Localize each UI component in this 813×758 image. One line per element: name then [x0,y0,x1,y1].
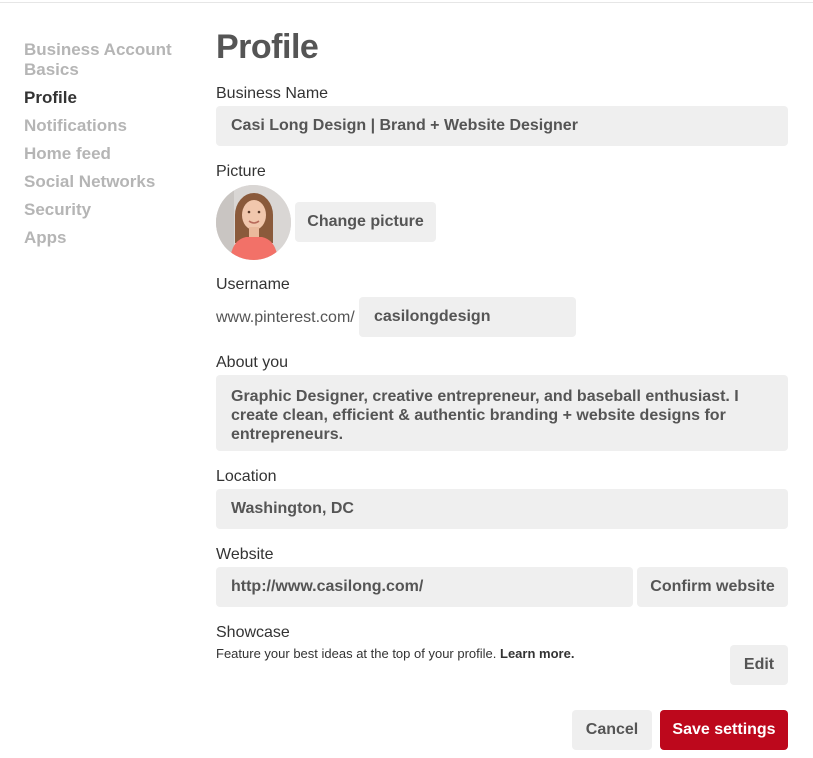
username-url-prefix: www.pinterest.com/ [216,309,355,326]
business-name-value: Casi Long Design | Brand + Website Desig… [231,117,578,134]
top-divider [0,2,813,3]
change-picture-button[interactable]: Change picture [295,202,436,242]
location-value: Washington, DC [231,500,354,517]
username-input[interactable]: casilongdesign [359,297,576,337]
website-value: http://www.casilong.com/ [231,578,424,595]
sidebar-item-profile[interactable]: Profile [24,88,194,108]
showcase-label: Showcase [216,624,290,641]
business-name-label: Business Name [216,85,329,102]
location-input[interactable]: Washington, DC [216,489,788,529]
business-name-input[interactable]: Casi Long Design | Brand + Website Desig… [216,106,788,146]
settings-sidebar: Business Account Basics Profile Notifica… [24,40,194,256]
about-label: About you [216,354,289,371]
website-label: Website [216,546,274,563]
showcase-description-text: Feature your best ideas at the top of yo… [216,646,497,661]
sidebar-item-security[interactable]: Security [24,200,194,220]
page-title: Profile [216,28,319,66]
website-input[interactable]: http://www.casilong.com/ [216,567,633,607]
sidebar-item-business-account-basics[interactable]: Business Account Basics [24,40,194,80]
avatar-photo [216,185,291,260]
showcase-edit-button[interactable]: Edit [730,645,788,685]
cancel-button[interactable]: Cancel [572,710,652,750]
about-textarea[interactable]: Graphic Designer, creative entrepreneur,… [216,375,788,451]
sidebar-item-home-feed[interactable]: Home feed [24,144,194,164]
location-label: Location [216,468,277,485]
sidebar-item-apps[interactable]: Apps [24,228,194,248]
save-settings-button[interactable]: Save settings [660,710,788,750]
avatar [216,185,291,260]
sidebar-item-social-networks[interactable]: Social Networks [24,172,194,192]
learn-more-link[interactable]: Learn more. [500,646,574,661]
sidebar-item-notifications[interactable]: Notifications [24,116,194,136]
about-value: Graphic Designer, creative entrepreneur,… [231,388,739,443]
username-value: casilongdesign [374,308,491,325]
username-label: Username [216,276,290,293]
showcase-description: Feature your best ideas at the top of yo… [216,646,574,661]
confirm-website-button[interactable]: Confirm website [637,567,788,607]
picture-label: Picture [216,163,266,180]
